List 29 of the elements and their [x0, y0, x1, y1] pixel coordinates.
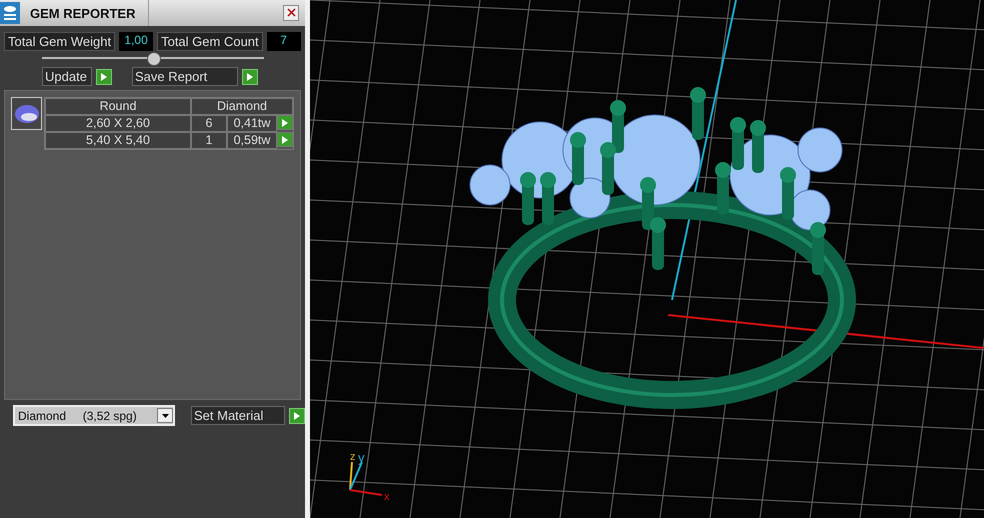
play-icon [289, 408, 305, 424]
table-header: Diamond [191, 98, 293, 115]
stat-value: 7 [266, 32, 301, 51]
gem-list-icon [0, 2, 20, 24]
stat-label: Total Gem Count [157, 32, 263, 51]
close-button[interactable] [283, 5, 299, 21]
stat-label: Total Gem Weight [4, 32, 116, 51]
table-cell: 0,41tw [227, 115, 277, 132]
play-button[interactable] [277, 132, 293, 147]
table-cell: 6 [191, 115, 227, 132]
axis-label: z [350, 451, 356, 463]
window-title: GEM REPORTER [26, 0, 149, 26]
play-icon [242, 68, 258, 84]
round-gem-icon [14, 104, 40, 124]
table-cell: 1 [191, 132, 227, 149]
play-icon [282, 119, 288, 127]
play-button[interactable] [277, 115, 293, 130]
play-icon [96, 68, 112, 84]
table-cell: 0,59tw [227, 132, 277, 149]
slider-thumb[interactable] [146, 52, 160, 66]
material-dropdown[interactable]: Diamond (3,52 spg) [13, 405, 175, 426]
close-icon [286, 8, 296, 17]
play-icon [282, 136, 288, 144]
table-header: Round [45, 98, 191, 115]
table-cell: 2,60 X 2,60 [45, 115, 191, 132]
axis-label: x [384, 491, 390, 503]
table-cell: 5,40 X 5,40 [45, 132, 191, 149]
caret-icon [162, 414, 168, 418]
stat-value: 1,00 [119, 32, 154, 51]
